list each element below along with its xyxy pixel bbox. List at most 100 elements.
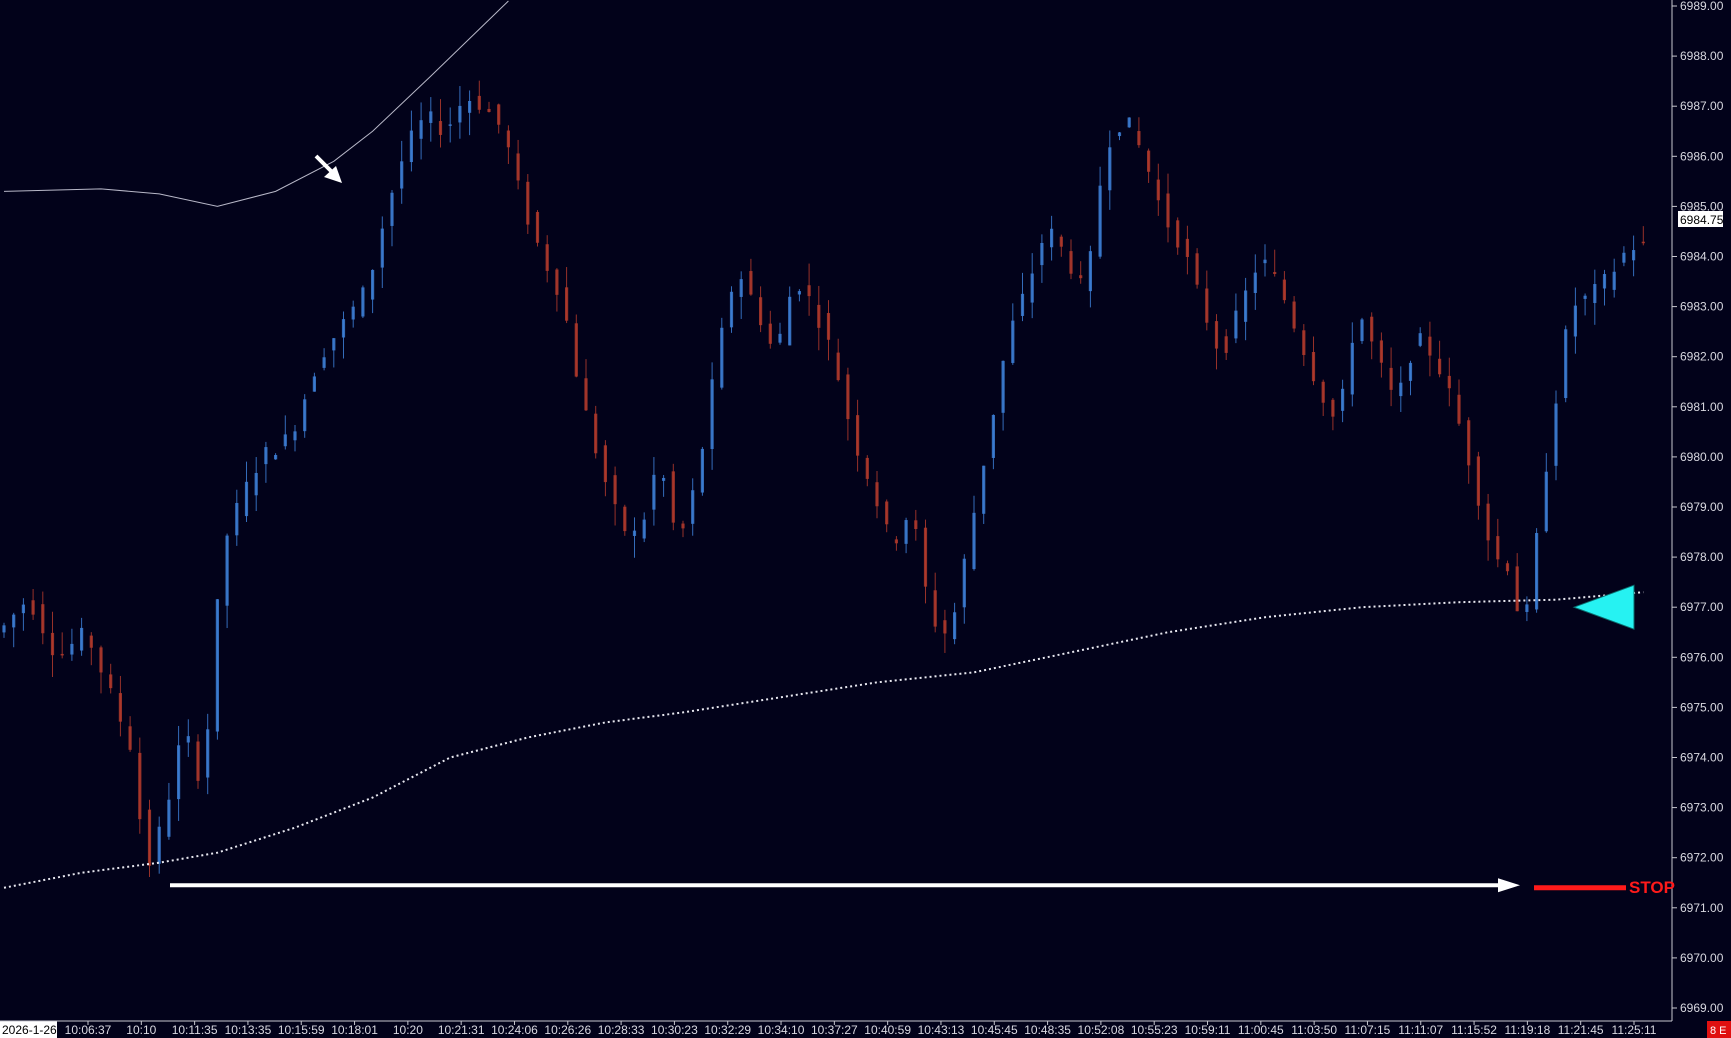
- price-tick-label: 6982.00: [1680, 350, 1724, 364]
- candle-body: [361, 287, 365, 317]
- candle-body: [516, 153, 520, 181]
- candle-body: [1185, 238, 1189, 257]
- candle-body: [506, 130, 510, 148]
- time-tick-label: 10:30:23: [651, 1023, 698, 1037]
- candle-body: [1117, 132, 1122, 137]
- candle-body: [497, 104, 501, 125]
- candle-body: [390, 192, 394, 226]
- candle-body: [1622, 252, 1626, 263]
- candle-body: [739, 279, 743, 297]
- time-tick-label: 10:13:35: [225, 1023, 272, 1037]
- candle-body: [70, 643, 74, 655]
- time-tick-label: 10:37:27: [811, 1023, 858, 1037]
- candle-body: [1321, 381, 1325, 403]
- candle: [1195, 248, 1199, 289]
- candle-body: [1573, 305, 1577, 337]
- candle-body: [225, 535, 229, 606]
- candle-body: [1088, 251, 1092, 292]
- time-tick-label: 10:34:10: [758, 1023, 805, 1037]
- time-tick-label: 10:40:59: [864, 1023, 911, 1037]
- candle-body: [196, 741, 200, 781]
- time-tick-label: 10:28:33: [598, 1023, 645, 1037]
- candle-body: [400, 161, 404, 189]
- time-tick-label: 11:25:11: [1612, 1023, 1657, 1037]
- price-tick-label: 6980.00: [1680, 450, 1724, 464]
- candle-body: [1341, 388, 1345, 411]
- candle-body: [60, 653, 64, 656]
- candle-body: [1632, 250, 1636, 261]
- time-tick-label: 10:45:45: [971, 1023, 1018, 1037]
- price-tick-label: 6973.00: [1680, 801, 1724, 815]
- candle-body: [1447, 375, 1451, 389]
- candle-body: [1098, 185, 1102, 257]
- candle-body: [177, 745, 181, 800]
- candle-body: [1214, 321, 1219, 349]
- price-tick-label: 6988.00: [1680, 49, 1724, 63]
- candle: [594, 405, 598, 459]
- candle-body: [1418, 333, 1422, 346]
- candle-body: [312, 376, 316, 392]
- time-axis[interactable]: 2026-1-26 8 E 10:06:37 10:10 10:11:35 10:13…: [0, 1020, 1731, 1038]
- candle-body: [1069, 251, 1073, 274]
- candle-body: [31, 600, 35, 615]
- candle: [720, 317, 724, 390]
- candle-body: [487, 108, 491, 112]
- candle-body: [710, 379, 714, 450]
- candle-body: [206, 729, 210, 778]
- candle-body: [1205, 288, 1209, 323]
- candle-body: [1641, 241, 1645, 244]
- candle-body: [1496, 536, 1500, 560]
- candle-body: [574, 323, 578, 377]
- candle-body: [1147, 150, 1151, 172]
- candle-body: [1156, 179, 1160, 201]
- candle-body: [12, 614, 16, 628]
- candle-body: [1059, 236, 1063, 247]
- candle-body: [128, 726, 132, 750]
- candle-body: [914, 520, 918, 529]
- candle-body: [1350, 342, 1354, 395]
- candle: [147, 799, 152, 877]
- candle-body: [1195, 253, 1199, 285]
- current-price-marker: 6984.75: [1678, 211, 1724, 227]
- candle: [1564, 325, 1568, 403]
- candle-body: [1360, 319, 1364, 342]
- candle-body: [429, 111, 433, 123]
- candle-body: [555, 269, 559, 295]
- time-tick-label: 11:19:18: [1504, 1023, 1550, 1037]
- candle-body: [1253, 272, 1257, 293]
- candle: [1360, 317, 1364, 344]
- candle-body: [99, 647, 103, 673]
- price-tick-label: 6989.00: [1680, 0, 1724, 13]
- price-tick-label: 6978.00: [1680, 550, 1724, 564]
- candle-body: [1583, 295, 1587, 299]
- candle-body: [89, 635, 93, 648]
- candle-body: [652, 474, 656, 510]
- date-label: 2026-1-26: [2, 1023, 57, 1037]
- candle-body: [962, 558, 966, 608]
- candle-body: [1389, 367, 1393, 390]
- candle-body: [1263, 259, 1267, 264]
- candlestick-chart[interactable]: 6969.00 6970.00 6971.00 6972.00 6973.00 6974.…: [0, 0, 1731, 1038]
- candle-body: [1370, 316, 1374, 342]
- candle-body: [2, 625, 6, 633]
- time-tick-label: 10:52:08: [1078, 1023, 1125, 1037]
- candle-body: [1564, 329, 1568, 399]
- time-tick-label: 10:32:29: [704, 1023, 751, 1037]
- candle-body: [1311, 351, 1316, 382]
- candle: [574, 314, 578, 378]
- candle-body: [448, 124, 452, 126]
- candle-body: [409, 130, 413, 163]
- candle-body: [972, 512, 976, 570]
- candle-body: [826, 313, 831, 340]
- candle-body: [1234, 310, 1238, 339]
- candle-body: [1030, 273, 1034, 303]
- candle-body: [341, 319, 346, 338]
- candle-body: [1137, 131, 1141, 146]
- candle-body: [1292, 301, 1296, 329]
- candle-body: [943, 620, 947, 634]
- candle-body: [836, 352, 840, 381]
- candle-body: [1166, 193, 1170, 228]
- candle-body: [351, 306, 355, 320]
- candle-body: [283, 434, 287, 447]
- candle-body: [953, 612, 957, 640]
